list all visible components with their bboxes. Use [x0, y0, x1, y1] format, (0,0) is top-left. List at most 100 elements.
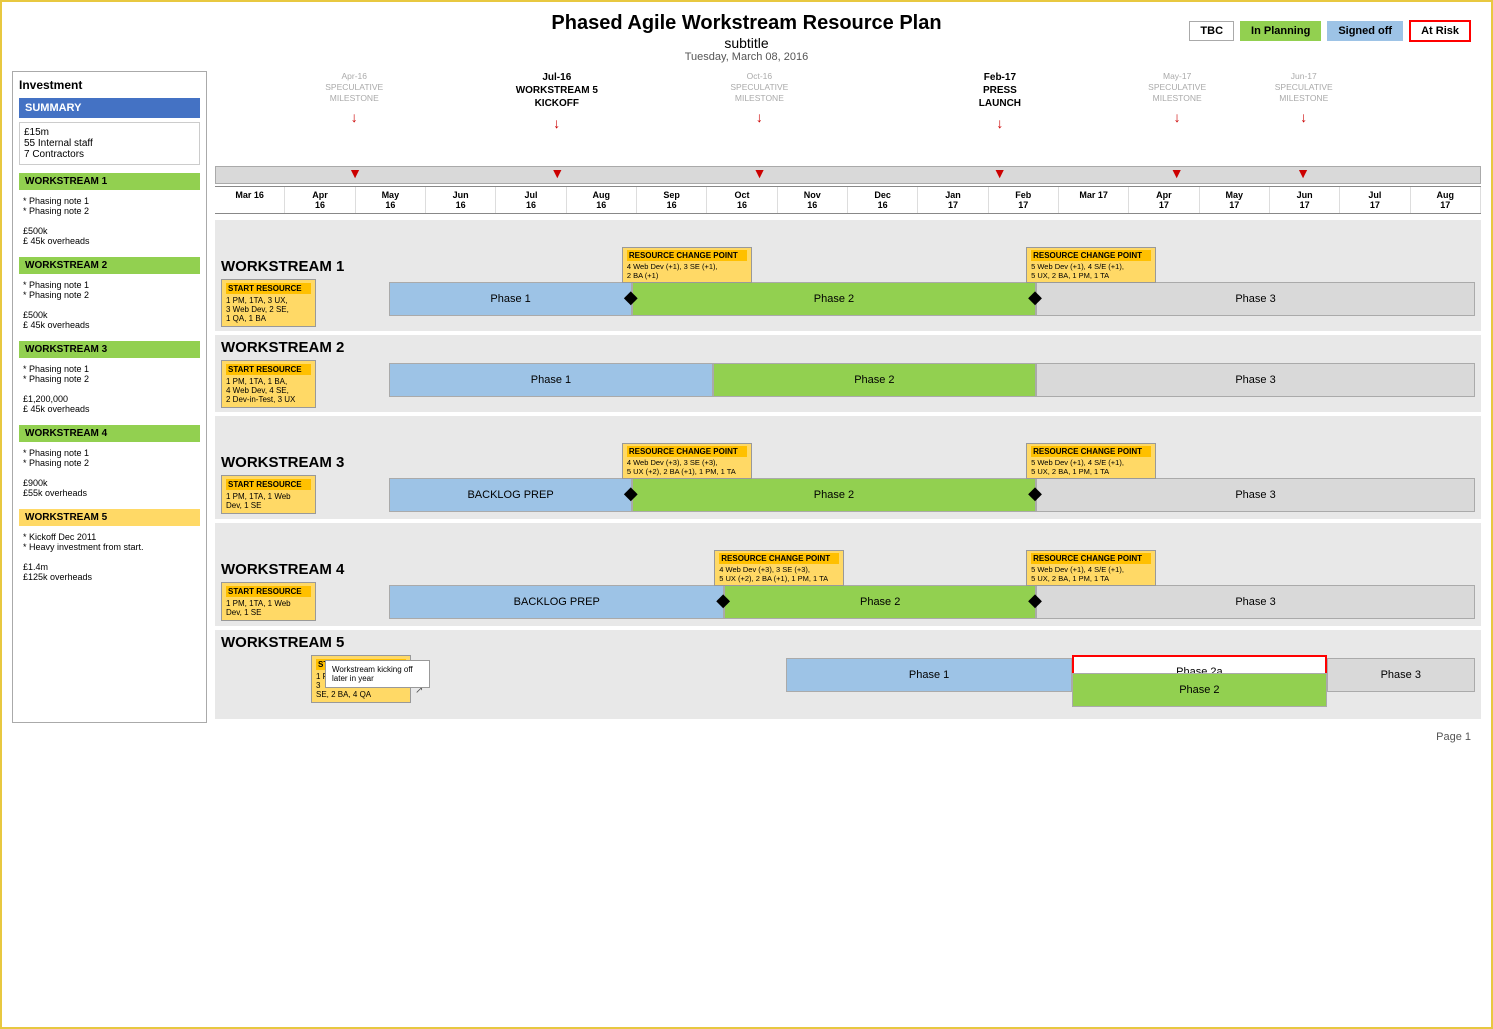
month-11: Feb17 — [989, 187, 1059, 213]
timeline-arrow-5: ▼ — [1296, 165, 1310, 181]
month-12: Mar 17 — [1059, 187, 1129, 213]
ws-label-1: WORKSTREAM 1 — [19, 173, 200, 190]
month-15: Jun17 — [1270, 187, 1340, 213]
milestone-0: Apr-16SPECULATIVEMILESTONE↓ — [314, 71, 394, 126]
diamond-1-0: ◆ — [624, 287, 638, 308]
resource-change-1-0: RESOURCE CHANGE POINT4 Web Dev (+1), 3 S… — [622, 247, 752, 283]
phase-label-3-2: Phase 3 — [1235, 489, 1275, 501]
phase-label-5-3: Phase 3 — [1381, 669, 1421, 681]
ws-title-2: WORKSTREAM 2 — [221, 339, 1475, 356]
phase-bar-1-1: Phase 2 — [632, 282, 1036, 316]
start-resource-label-3: START RESOURCE — [226, 479, 311, 490]
phase-label-2-0: Phase 1 — [531, 374, 571, 386]
ws-details-1: * Phasing note 1* Phasing note 2 £500k£ … — [19, 193, 200, 249]
start-resource-label-4: START RESOURCE — [226, 586, 311, 597]
ws5-callout: Workstream kicking off later in year — [325, 660, 430, 688]
phases-container-1: RESOURCE CHANGE POINT4 Web Dev (+1), 3 S… — [320, 279, 1475, 319]
phase-label-3-1: Phase 2 — [814, 489, 854, 501]
milestone-2: Oct-16SPECULATIVEMILESTONE↓ — [719, 71, 799, 126]
phase-label-5-2: Phase 2 — [1179, 684, 1219, 696]
left-ws-5: WORKSTREAM 5 * Kickoff Dec 2011* Heavy i… — [19, 509, 200, 585]
resource-change-3-1: RESOURCE CHANGE POINT5 Web Dev (+1), 4 S… — [1026, 443, 1156, 479]
phase-bar-3-2: Phase 3 — [1036, 478, 1475, 512]
phases-container-5: Phase 1Phase 2aPhase 2Phase 3 — [415, 655, 1475, 715]
rc-label-1-1: RESOURCE CHANGE POINT — [1031, 250, 1151, 261]
left-ws-4: WORKSTREAM 4 * Phasing note 1* Phasing n… — [19, 425, 200, 501]
rc-label-4-1: RESOURCE CHANGE POINT — [1031, 553, 1151, 564]
diamond-4-1: ◆ — [1028, 590, 1042, 611]
diamond-3-1: ◆ — [1028, 483, 1042, 504]
phase-bar-4-1: Phase 2 — [724, 585, 1036, 619]
rc-text-3-1: 5 Web Dev (+1), 4 S/E (+1),5 UX, 2 BA, 1… — [1031, 458, 1151, 476]
ws-title-4: WORKSTREAM 4 — [221, 561, 1475, 578]
badge-tbc[interactable]: TBC — [1189, 21, 1234, 41]
month-3: Jun16 — [426, 187, 496, 213]
ws-section-5: WORKSTREAM 5 Workstream kicking off later… — [215, 630, 1481, 719]
month-14: May17 — [1200, 187, 1270, 213]
start-resource-text-1: 1 PM, 1TA, 3 UX,3 Web Dev, 2 SE,1 QA, 1 … — [226, 296, 311, 323]
ws-label-5: WORKSTREAM 5 — [19, 509, 200, 526]
ws-details-3: * Phasing note 1* Phasing note 2 £1,200,… — [19, 361, 200, 417]
month-0: Mar 16 — [215, 187, 285, 213]
start-resource-label-1: START RESOURCE — [226, 283, 311, 294]
milestone-4: May-17SPECULATIVEMILESTONE↓ — [1137, 71, 1217, 126]
resource-change-3-0: RESOURCE CHANGE POINT4 Web Dev (+3), 3 S… — [622, 443, 752, 479]
rc-text-4-1: 5 Web Dev (+1), 4 S/E (+1),5 UX, 2 BA, 1… — [1031, 565, 1151, 583]
month-9: Dec16 — [848, 187, 918, 213]
start-resource-3: START RESOURCE1 PM, 1TA, 1 WebDev, 1 SE — [221, 475, 316, 514]
ws-details-5: * Kickoff Dec 2011* Heavy investment fro… — [19, 529, 200, 585]
timeline-bar: ▼▼▼▼▼▼ — [215, 166, 1481, 184]
start-resource-label-2: START RESOURCE — [226, 364, 311, 375]
phase-label-4-2: Phase 3 — [1235, 596, 1275, 608]
month-2: May16 — [356, 187, 426, 213]
ws-section-2: WORKSTREAM 2 START RESOURCE 1 PM, 1TA, 1 B… — [215, 335, 1481, 412]
rc-text-3-0: 4 Web Dev (+3), 3 SE (+3),5 UX (+2), 2 B… — [627, 458, 747, 476]
start-resource-text-2: 1 PM, 1TA, 1 BA,4 Web Dev, 4 SE,2 Dev-in… — [226, 377, 311, 404]
start-resource-4: START RESOURCE1 PM, 1TA, 1 WebDev, 1 SE — [221, 582, 316, 621]
summary-label: SUMMARY — [19, 98, 200, 118]
ws-title-5: WORKSTREAM 5 — [221, 634, 1475, 651]
rc-label-3-1: RESOURCE CHANGE POINT — [1031, 446, 1151, 457]
month-16: Jul17 — [1340, 187, 1410, 213]
month-7: Oct16 — [707, 187, 777, 213]
phase-bar-1-2: Phase 3 — [1036, 282, 1475, 316]
rc-label-1-0: RESOURCE CHANGE POINT — [627, 250, 747, 261]
diamond-3-0: ◆ — [624, 483, 638, 504]
phase-bar-5-2: Phase 2 — [1072, 673, 1326, 707]
investment-title: Investment — [19, 78, 200, 92]
phase-bar-2-2: Phase 3 — [1036, 363, 1475, 397]
month-17: Aug17 — [1411, 187, 1481, 213]
badge-planning[interactable]: In Planning — [1240, 21, 1321, 41]
month-13: Apr17 — [1129, 187, 1199, 213]
ws-details-4: * Phasing note 1* Phasing note 2 £900k£5… — [19, 445, 200, 501]
gantt-area: Apr-16SPECULATIVEMILESTONE↓ Jul-16WORKSTR… — [215, 71, 1481, 723]
phase-label-2-2: Phase 3 — [1235, 374, 1275, 386]
page-date: Tuesday, March 08, 2016 — [12, 51, 1481, 63]
phase-bar-4-0: BACKLOG PREP — [389, 585, 724, 619]
phase-bar-3-1: Phase 2 — [632, 478, 1036, 512]
phase-bar-4-2: Phase 3 — [1036, 585, 1475, 619]
phase-bar-2-0: Phase 1 — [389, 363, 712, 397]
ws-label-3: WORKSTREAM 3 — [19, 341, 200, 358]
badge-risk[interactable]: At Risk — [1409, 20, 1471, 42]
phase-label-5-0: Phase 1 — [909, 669, 949, 681]
ws-details-2: * Phasing note 1* Phasing note 2 £500k£ … — [19, 277, 200, 333]
page-number: Page 1 — [12, 731, 1481, 747]
phase-label-1-0: Phase 1 — [490, 293, 530, 305]
phase-label-1-2: Phase 3 — [1235, 293, 1275, 305]
left-ws-2: WORKSTREAM 2 * Phasing note 1* Phasing n… — [19, 257, 200, 333]
badge-signed[interactable]: Signed off — [1327, 21, 1403, 41]
phases-container-4: RESOURCE CHANGE POINT4 Web Dev (+3), 3 S… — [320, 582, 1475, 622]
milestone-1: Jul-16WORKSTREAM 5KICKOFF↓ — [516, 71, 598, 132]
ws-section-1: WORKSTREAM 1 START RESOURCE 1 PM, 1TA, 3 U… — [215, 220, 1481, 331]
month-6: Sep16 — [637, 187, 707, 213]
month-10: Jan17 — [918, 187, 988, 213]
rc-label-3-0: RESOURCE CHANGE POINT — [627, 446, 747, 457]
ws-section-3: WORKSTREAM 3START RESOURCE1 PM, 1TA, 1 W… — [215, 416, 1481, 519]
start-resource-2: START RESOURCE 1 PM, 1TA, 1 BA,4 Web Dev,… — [221, 360, 316, 408]
phase-label-4-1: Phase 2 — [860, 596, 900, 608]
resource-change-4-0: RESOURCE CHANGE POINT4 Web Dev (+3), 3 S… — [714, 550, 844, 586]
diamond-1-1: ◆ — [1028, 287, 1042, 308]
left-ws-3: WORKSTREAM 3 * Phasing note 1* Phasing n… — [19, 341, 200, 417]
ws-title-1: WORKSTREAM 1 — [221, 258, 1475, 275]
